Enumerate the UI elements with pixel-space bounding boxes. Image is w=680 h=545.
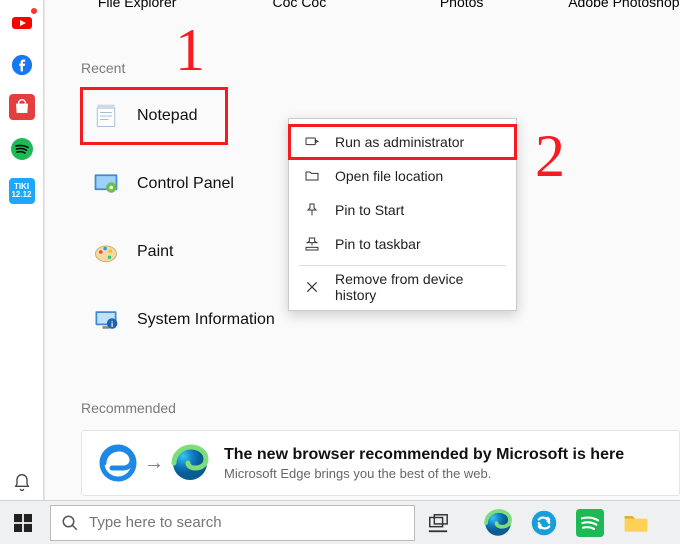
taskbar-search[interactable] <box>50 505 415 541</box>
recommended-section: Recommended → The new browser recommende… <box>81 400 680 500</box>
recent-item-label: Paint <box>137 243 173 261</box>
system-information-icon: i <box>91 305 121 335</box>
ctx-open-file-location[interactable]: Open file location <box>289 159 516 193</box>
recommended-title: The new browser recommended by Microsoft… <box>224 446 624 464</box>
edge-transition-icon: → <box>98 443 210 483</box>
annotation-1: 1 <box>175 16 205 85</box>
taskbar <box>0 500 680 544</box>
notepad-icon <box>91 101 121 131</box>
recommended-subtitle: Microsoft Edge brings you the best of th… <box>224 466 624 481</box>
ctx-run-as-administrator[interactable]: Run as administrator <box>289 125 516 159</box>
shop-icon[interactable] <box>9 94 35 120</box>
recent-item-notepad[interactable]: Notepad <box>81 88 227 144</box>
control-panel-icon <box>91 169 121 199</box>
ctx-remove-from-history[interactable]: Remove from device history <box>289 270 516 304</box>
bell-icon[interactable] <box>9 470 35 496</box>
folder-open-icon <box>303 168 321 184</box>
ctx-item-label: Pin to taskbar <box>335 236 421 252</box>
search-input[interactable] <box>89 514 404 531</box>
recent-item-label: System Information <box>137 311 275 329</box>
ctx-pin-to-taskbar[interactable]: Pin to taskbar <box>289 227 516 261</box>
section-recent-label: Recent <box>81 60 125 76</box>
paint-icon <box>91 237 121 267</box>
recommended-card[interactable]: → The new browser recommended by Microso… <box>81 430 680 496</box>
ctx-pin-to-start[interactable]: Pin to Start <box>289 193 516 227</box>
pin-taskbar-icon <box>303 236 321 252</box>
ctx-item-label: Remove from device history <box>335 271 502 303</box>
ctx-item-label: Run as administrator <box>335 134 464 150</box>
search-icon <box>61 514 79 532</box>
recent-item-label: Notepad <box>137 107 198 125</box>
facebook-icon[interactable] <box>9 52 35 78</box>
close-icon <box>303 280 321 294</box>
spotify-icon[interactable] <box>9 136 35 162</box>
pinned-apps-row: File Explorer Coc Coc Photos Adobe Photo… <box>81 0 680 22</box>
start-menu: File Explorer Coc Coc Photos Adobe Photo… <box>44 0 680 500</box>
start-button[interactable] <box>0 501 46 545</box>
pinned-app[interactable]: Coc Coc <box>243 0 355 22</box>
pinned-app[interactable]: Photos <box>406 0 518 22</box>
task-view-button[interactable] <box>415 501 461 545</box>
taskbar-file-explorer-icon[interactable] <box>613 501 659 545</box>
admin-shield-icon <box>303 134 321 150</box>
svg-text:i: i <box>111 320 113 329</box>
taskbar-sync-icon[interactable] <box>521 501 567 545</box>
taskbar-spotify-icon[interactable] <box>567 501 613 545</box>
youtube-icon[interactable] <box>9 10 35 36</box>
ctx-item-label: Pin to Start <box>335 202 404 218</box>
taskbar-edge-icon[interactable] <box>475 501 521 545</box>
section-recommended-label: Recommended <box>81 400 680 416</box>
recent-item-label: Control Panel <box>137 175 234 193</box>
browser-icon-rail: TIKI12.12 ••• <box>0 0 44 544</box>
annotation-2: 2 <box>535 122 565 191</box>
pinned-app[interactable]: Adobe Photoshop <box>568 0 680 22</box>
ctx-separator <box>299 265 506 266</box>
ctx-item-label: Open file location <box>335 168 443 184</box>
tiki-icon[interactable]: TIKI12.12 <box>9 178 35 204</box>
pin-icon <box>303 202 321 218</box>
context-menu: Run as administrator Open file location … <box>288 118 517 311</box>
